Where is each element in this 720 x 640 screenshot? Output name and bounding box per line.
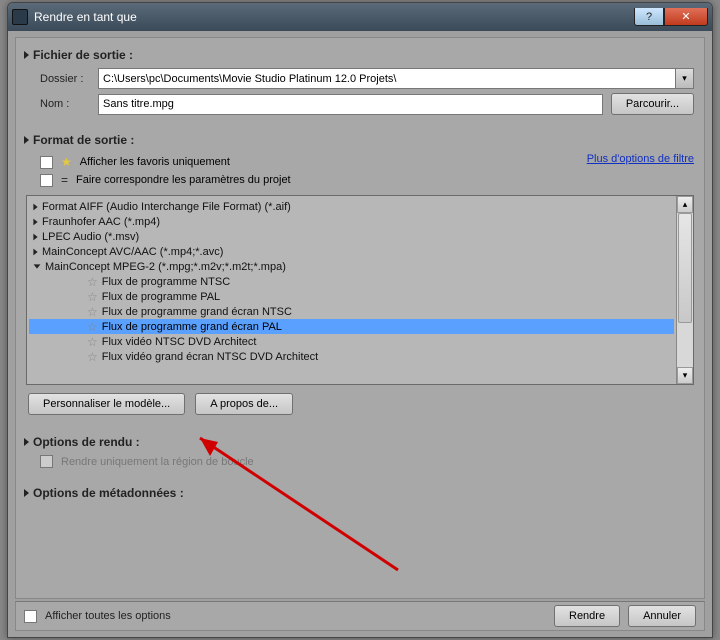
format-preset[interactable]: ☆Flux de programme NTSC [29,274,674,289]
loop-region-label: Rendre uniquement la région de boucle [61,456,254,468]
chevron-right-icon [33,218,37,225]
name-input[interactable] [98,94,603,115]
name-label: Nom : [40,98,90,110]
match-project-label: Faire correspondre les paramètres du pro… [76,174,291,186]
folder-input[interactable] [98,68,676,89]
format-preset[interactable]: ☆Flux vidéo grand écran NTSC DVD Archite… [29,349,674,364]
window-title: Rendre en tant que [34,10,634,24]
dialog-footer: Afficher toutes les options Rendre Annul… [15,601,705,631]
chevron-right-icon [24,136,29,144]
loop-region-checkbox [40,455,53,468]
folder-dropdown-button[interactable]: ▾ [676,68,694,89]
show-all-options-label: Afficher toutes les options [45,610,171,622]
scroll-thumb[interactable] [678,213,692,323]
format-item[interactable]: MainConcept AVC/AAC (*.mp4;*.avc) [29,244,674,259]
chevron-right-icon [24,51,29,59]
about-button[interactable]: A propos de... [195,393,293,415]
format-preset-selected[interactable]: ☆Flux de programme grand écran PAL [29,319,674,334]
format-item-expanded[interactable]: MainConcept MPEG-2 (*.mpg;*.m2v;*.m2t;*.… [29,259,674,274]
star-icon: ★ [61,155,72,169]
dialog-body: Fichier de sortie : Dossier : ▾ Nom : Pa… [15,37,705,599]
help-button[interactable]: ? [634,8,664,26]
show-favorites-label: Afficher les favoris uniquement [80,156,230,168]
star-outline-icon[interactable]: ☆ [87,350,98,364]
star-outline-icon[interactable]: ☆ [87,335,98,349]
chevron-right-icon [33,248,37,255]
format-preset[interactable]: ☆Flux vidéo NTSC DVD Architect [29,334,674,349]
show-favorites-checkbox[interactable] [40,156,53,169]
close-button[interactable]: ✕ [664,8,708,26]
equals-icon: = [61,173,68,187]
chevron-right-icon [24,489,29,497]
show-all-options-checkbox[interactable] [24,610,37,623]
titlebar[interactable]: Rendre en tant que ? ✕ [8,3,712,31]
render-button[interactable]: Rendre [554,605,620,627]
list-scrollbar[interactable]: ▴ ▾ [676,196,693,384]
browse-button[interactable]: Parcourir... [611,93,694,115]
output-file-header[interactable]: Fichier de sortie : [22,42,698,66]
format-item[interactable]: LPEC Audio (*.msv) [29,229,674,244]
chevron-right-icon [24,438,29,446]
format-preset[interactable]: ☆Flux de programme grand écran NTSC [29,304,674,319]
scroll-track[interactable] [677,213,693,367]
metadata-options-header[interactable]: Options de métadonnées : [22,480,698,504]
scroll-down-button[interactable]: ▾ [677,367,693,384]
star-outline-icon[interactable]: ☆ [87,320,98,334]
cancel-button[interactable]: Annuler [628,605,696,627]
format-preset[interactable]: ☆Flux de programme PAL [29,289,674,304]
customize-template-button[interactable]: Personnaliser le modèle... [28,393,185,415]
star-outline-icon[interactable]: ☆ [87,305,98,319]
format-list[interactable]: Format AIFF (Audio Interchange File Form… [26,195,694,385]
app-icon [12,9,28,25]
format-item[interactable]: Fraunhofer AAC (*.mp4) [29,214,674,229]
render-options-header[interactable]: Options de rendu : [22,429,698,453]
format-item[interactable]: Format AIFF (Audio Interchange File Form… [29,199,674,214]
chevron-right-icon [33,203,37,210]
chevron-right-icon [33,233,37,240]
folder-label: Dossier : [40,73,90,85]
scroll-up-button[interactable]: ▴ [677,196,693,213]
star-outline-icon[interactable]: ☆ [87,290,98,304]
chevron-down-icon [34,264,41,268]
more-filter-options-link[interactable]: Plus d'options de filtre [587,153,694,165]
dialog-window: Rendre en tant que ? ✕ Fichier de sortie… [7,2,713,638]
match-project-checkbox[interactable] [40,174,53,187]
output-format-header[interactable]: Format de sortie : [22,127,698,151]
star-outline-icon[interactable]: ☆ [87,275,98,289]
